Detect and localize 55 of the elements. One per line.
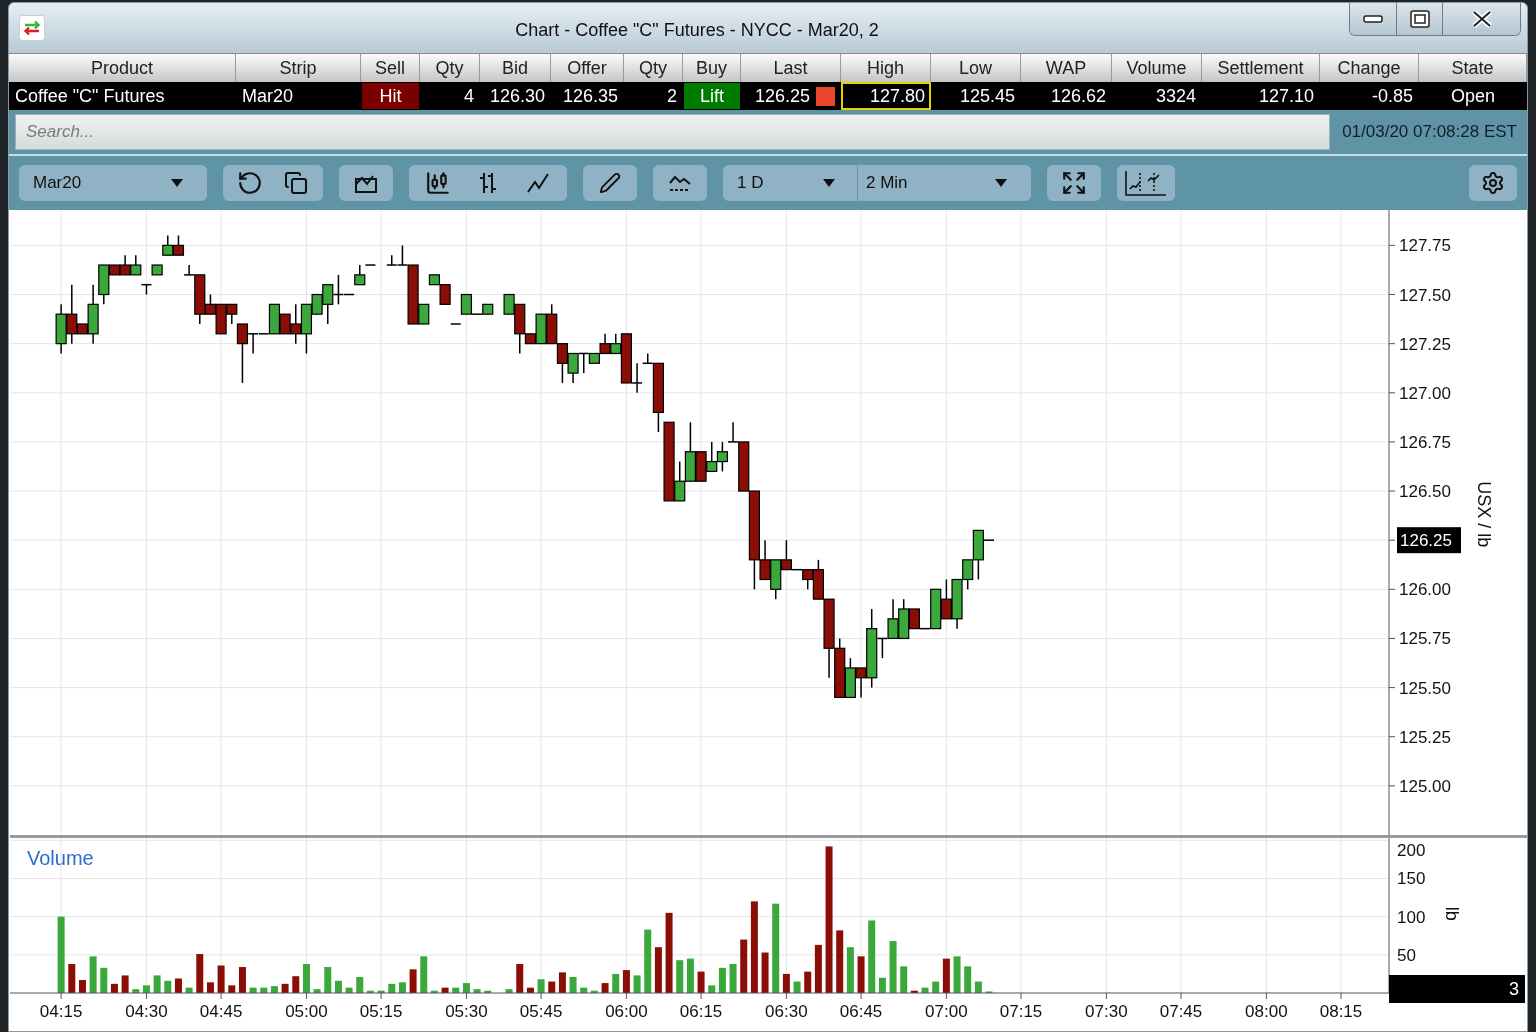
axis-label: 05:30 (445, 1002, 488, 1021)
axis-label: 125.25 (1399, 727, 1451, 747)
table-cell-text: 126.35 (561, 84, 619, 108)
axis-label: 06:45 (839, 1002, 883, 1021)
table-cell-text: 127.10 (1257, 84, 1315, 108)
axis-title: USX / lb (1474, 481, 1494, 548)
timestamp: 01/03/20 07:08:28 EST (1342, 122, 1517, 142)
axis-label: 06:00 (605, 1002, 648, 1021)
axis-label: 05:00 (285, 1002, 328, 1021)
axis-label: 07:15 (999, 1002, 1043, 1021)
table-cell-text: Coffee "C" Futures (14, 84, 166, 108)
axis-label: 06:15 (679, 1002, 723, 1021)
axis-label: 06:30 (765, 1002, 808, 1021)
table-cell: 127.80 (841, 82, 931, 110)
axis-label: 50 (1397, 945, 1416, 965)
axis-title: lb (1442, 906, 1462, 921)
axis-label: 125.00 (1399, 776, 1451, 796)
chart-title: Volume (27, 847, 94, 869)
last-volume-tag: 3 (1389, 975, 1525, 1003)
table-cell-text: 2 (666, 84, 678, 108)
axis-label: 126.50 (1399, 482, 1451, 502)
axis-label: 05:15 (359, 1002, 403, 1021)
axis-label: 200 (1397, 841, 1426, 860)
table-cell: 126.25 (754, 85, 810, 107)
axis-label: 07:45 (1159, 1002, 1203, 1021)
axis-label: 126.00 (1399, 580, 1451, 600)
axis-label: 08:00 (1245, 1002, 1288, 1021)
axis-label: 04:45 (199, 1002, 243, 1021)
column-header: High (841, 54, 931, 82)
last-price-tag: 126.25 (1397, 527, 1461, 554)
axis-label: 127.75 (1399, 236, 1451, 256)
axis-label: 04:15 (39, 1002, 83, 1021)
axis-label: 150 (1397, 869, 1426, 889)
axis-label: 04:30 (125, 1002, 168, 1021)
axis-label: 08:15 (1319, 1002, 1363, 1021)
table-cell-text: 3324 (1154, 84, 1197, 108)
axis-label: 100 (1397, 907, 1426, 927)
axis-label: 127.00 (1399, 383, 1451, 403)
axis-label: 125.50 (1399, 678, 1451, 698)
y-tick-label: 126.25 (1400, 531, 1452, 551)
axis-label: 126.75 (1399, 432, 1451, 452)
table-cell-text: 126.30 (488, 84, 546, 108)
axis-label: 127.50 (1399, 285, 1451, 305)
table-cell-text: 4 (463, 84, 475, 108)
table-cell-text: 125.45 (958, 84, 1016, 108)
axis-label: 07:00 (925, 1002, 968, 1021)
table-cell-text: Open (1449, 84, 1496, 108)
table-cell-text: -0.85 (1370, 84, 1414, 108)
axis-label: 05:45 (519, 1002, 563, 1021)
axis-label: 127.25 (1399, 334, 1451, 354)
window-title: Chart - Coffee "C" Futures - NYCC - Mar20, 2 (514, 18, 880, 41)
table-cell-text: 126.62 (1049, 84, 1107, 108)
axis-label: 125.75 (1399, 629, 1451, 649)
axis-label: 07:30 (1085, 1002, 1128, 1021)
table-cell-text: Mar20 (241, 84, 295, 108)
